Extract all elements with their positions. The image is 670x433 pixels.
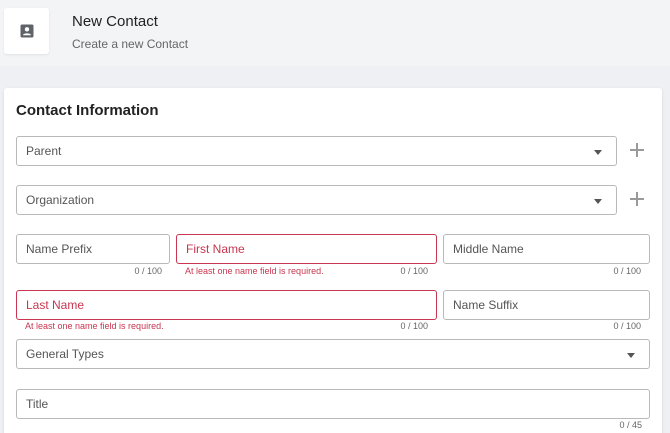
- section-title: Contact Information: [16, 102, 159, 119]
- last-name-counter: 0 / 100: [400, 321, 428, 331]
- title-counter: 0 / 45: [619, 420, 642, 430]
- last-name-field[interactable]: Last Name: [16, 290, 437, 320]
- name-prefix-label: Name Prefix: [26, 242, 93, 256]
- first-name-error: At least one name field is required.: [185, 266, 324, 276]
- organization-select[interactable]: Organization: [16, 185, 617, 215]
- contact-information-card: Contact Information Parent Organization …: [4, 88, 662, 433]
- name-suffix-counter: 0 / 100: [613, 321, 641, 331]
- middle-name-counter: 0 / 100: [613, 266, 641, 276]
- page-title: New Contact: [72, 13, 158, 30]
- first-name-counter: 0 / 100: [400, 266, 428, 276]
- middle-name-label: Middle Name: [453, 242, 524, 256]
- add-organization-plus-icon[interactable]: [630, 192, 644, 206]
- chevron-down-icon: [594, 199, 602, 204]
- page-header: New Contact Create a new Contact: [0, 0, 670, 66]
- name-prefix-field[interactable]: Name Prefix: [16, 234, 170, 264]
- last-name-error: At least one name field is required.: [25, 321, 164, 331]
- general-types-label: General Types: [26, 347, 104, 361]
- general-types-select[interactable]: General Types: [16, 339, 650, 369]
- add-parent-plus-icon[interactable]: [630, 143, 644, 157]
- name-suffix-field[interactable]: Name Suffix: [443, 290, 650, 320]
- parent-label: Parent: [26, 144, 62, 158]
- name-prefix-counter: 0 / 100: [134, 266, 162, 276]
- chevron-down-icon: [594, 150, 602, 155]
- first-name-field[interactable]: First Name: [176, 234, 437, 264]
- first-name-label: First Name: [186, 242, 245, 256]
- title-label: Title: [26, 397, 49, 411]
- last-name-label: Last Name: [26, 298, 85, 312]
- contact-card-icon: [4, 8, 49, 54]
- parent-select[interactable]: Parent: [16, 136, 617, 166]
- middle-name-field[interactable]: Middle Name: [443, 234, 650, 264]
- chevron-down-icon: [627, 353, 635, 358]
- name-suffix-label: Name Suffix: [453, 298, 519, 312]
- organization-label: Organization: [26, 193, 95, 207]
- title-field[interactable]: Title: [16, 389, 650, 419]
- page-subtitle: Create a new Contact: [72, 37, 189, 51]
